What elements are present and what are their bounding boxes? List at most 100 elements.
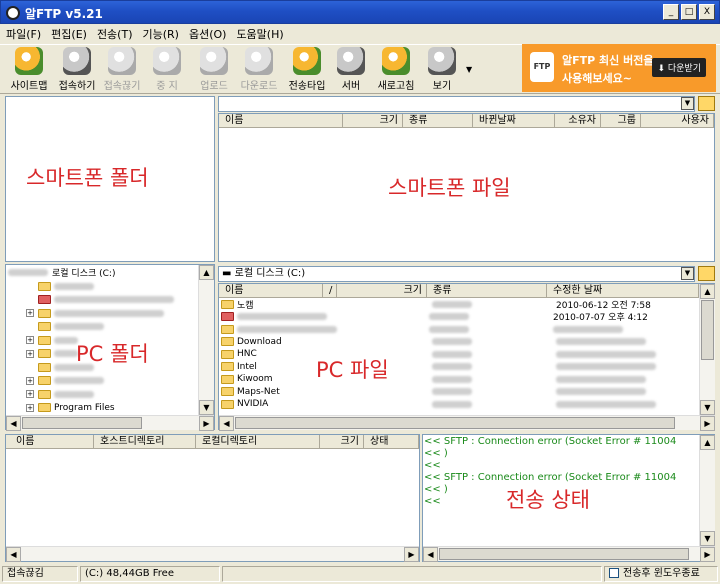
menu-edit[interactable]: 편집(E) [51,26,87,42]
menu-transfer[interactable]: 전송(T) [97,26,133,42]
scroll-down-icon[interactable]: ▼ [700,531,715,546]
list-item[interactable] [221,323,697,336]
local-files-hscroll[interactable]: ◀ ▶ [219,415,715,431]
banner-line-1: 알FTP 최신 버전을 [562,54,654,67]
chevron-down-icon[interactable]: ▼ [681,97,694,110]
col-group[interactable]: 그룹 [601,114,641,127]
view-button[interactable]: 보기 [424,47,460,93]
scroll-down-icon[interactable]: ▼ [700,400,715,415]
view-icon [428,47,456,75]
scroll-thumb[interactable] [235,417,675,429]
refresh-button[interactable]: 새로고침 [372,47,420,93]
banner-download-button[interactable]: ⬇ 다운받기 [652,58,706,77]
log-hscroll[interactable]: ◀ ▶ [423,546,715,562]
scroll-right-icon[interactable]: ▶ [700,416,715,431]
checkbox-icon[interactable] [609,568,619,578]
col-name[interactable]: 이름 [6,435,94,448]
tree-item[interactable] [8,320,204,334]
log-line: << SFTP : Connection error (Socket Error… [424,436,677,447]
upload-button[interactable]: 업로드 [192,47,236,93]
remote-folder-icon[interactable] [698,96,715,111]
scroll-left-icon[interactable]: ◀ [6,416,21,431]
minimize-button[interactable]: _ [663,4,679,20]
col-type[interactable]: 종류 [427,284,547,297]
scroll-up-icon[interactable]: ▲ [700,435,715,450]
local-tree-vscroll[interactable]: ▲ ▼ [198,265,214,415]
connect-icon [63,47,91,75]
col-name[interactable]: 이름 [219,284,323,297]
disconnect-button[interactable]: 접속끊기 [100,47,144,93]
title-bar[interactable]: 알FTP v5.21 _ □ X [0,0,720,24]
scroll-right-icon[interactable]: ▶ [404,547,419,562]
scroll-right-icon[interactable]: ▶ [199,416,214,431]
list-item[interactable]: Maps-Net [221,386,697,399]
server-button[interactable]: 서버 [333,47,369,93]
list-item[interactable]: Kiwoom [221,373,697,386]
local-files-vscroll[interactable]: ▲ ▼ [699,284,715,415]
connect-button[interactable]: 접속하기 [54,47,100,93]
download-button[interactable]: 다운로드 [236,47,282,93]
col-user[interactable]: 사용자 [641,114,714,127]
menu-help[interactable]: 도움말(H) [236,26,283,42]
remote-path-combo[interactable] [218,96,695,112]
maximize-button[interactable]: □ [681,4,697,20]
col-host-dir[interactable]: 호스트디렉토리 [94,435,196,448]
shutdown-after-transfer-checkbox[interactable]: 전송후 윈도우종료 [604,566,718,582]
tree-root[interactable]: 로컬 디스크 (C:) [8,266,204,280]
log-line: << [424,460,441,471]
scroll-down-icon[interactable]: ▼ [199,400,214,415]
col-owner[interactable]: 소유자 [555,114,601,127]
close-button[interactable]: X [699,4,715,20]
col-sort[interactable]: / [323,284,337,297]
list-item[interactable]: HNC [221,348,697,361]
scroll-left-icon[interactable]: ◀ [423,547,438,562]
local-path-combo[interactable]: ▬ 로컬 디스크 (C:) [218,266,695,282]
sitemap-icon [15,47,43,75]
tree-item[interactable] [8,293,204,307]
tree-item[interactable]: + Program Files [8,401,204,415]
chevron-down-icon[interactable]: ▼ [681,267,694,280]
sitemap-button[interactable]: 사이트맵 [6,47,52,93]
col-size[interactable]: 크기 [337,284,427,297]
view-dropdown-caret[interactable]: ▼ [466,65,472,74]
col-local-dir[interactable]: 로컬디렉토리 [196,435,320,448]
col-status[interactable]: 상태 [364,435,419,448]
local-folder-icon[interactable] [698,266,715,281]
scroll-thumb[interactable] [439,548,689,560]
list-item[interactable]: Download [221,336,697,349]
folder-icon [38,335,51,345]
queue-hscroll[interactable]: ◀ ▶ [6,546,419,562]
col-name[interactable]: 이름 [219,114,343,127]
status-message [222,566,602,582]
list-item[interactable]: NVIDIA [221,398,697,411]
transfer-type-button[interactable]: 전송타입 [283,47,331,93]
scroll-thumb[interactable] [701,300,714,360]
col-size[interactable]: 크기 [320,435,364,448]
transfer-queue-panel[interactable] [5,434,420,562]
col-modified[interactable]: 바뀐날짜 [473,114,555,127]
list-item[interactable]: 2010-07-07 오후 4:12 [221,311,697,323]
log-vscroll[interactable]: ▲ ▼ [699,435,715,546]
tree-item[interactable]: + [8,374,204,388]
tree-item[interactable]: + [8,307,204,321]
list-item[interactable]: Intel [221,361,697,374]
menu-function[interactable]: 기능(R) [142,26,178,42]
banner-line-2: 사용해보세요~ [562,72,632,85]
col-size[interactable]: 크기 [343,114,403,127]
menu-file[interactable]: 파일(F) [6,26,41,42]
stop-button[interactable]: 중 지 [146,47,188,93]
tree-item[interactable]: + [8,388,204,402]
col-type[interactable]: 종류 [403,114,473,127]
list-item[interactable]: 노캠 2010-06-12 오전 7:58 [221,298,697,311]
scroll-left-icon[interactable]: ◀ [219,416,234,431]
tree-item[interactable] [8,280,204,294]
scroll-thumb[interactable] [22,417,142,429]
scroll-right-icon[interactable]: ▶ [700,547,715,562]
col-modified[interactable]: 수정한 날짜 [547,284,699,297]
update-banner[interactable]: FTP 알FTP 최신 버전을 사용해보세요~ ⬇ 다운받기 [522,44,716,92]
scroll-up-icon[interactable]: ▲ [199,265,214,280]
menu-options[interactable]: 옵션(O) [189,26,226,42]
scroll-left-icon[interactable]: ◀ [6,547,21,562]
scroll-up-icon[interactable]: ▲ [700,284,715,299]
local-tree-hscroll[interactable]: ◀ ▶ [6,415,214,431]
